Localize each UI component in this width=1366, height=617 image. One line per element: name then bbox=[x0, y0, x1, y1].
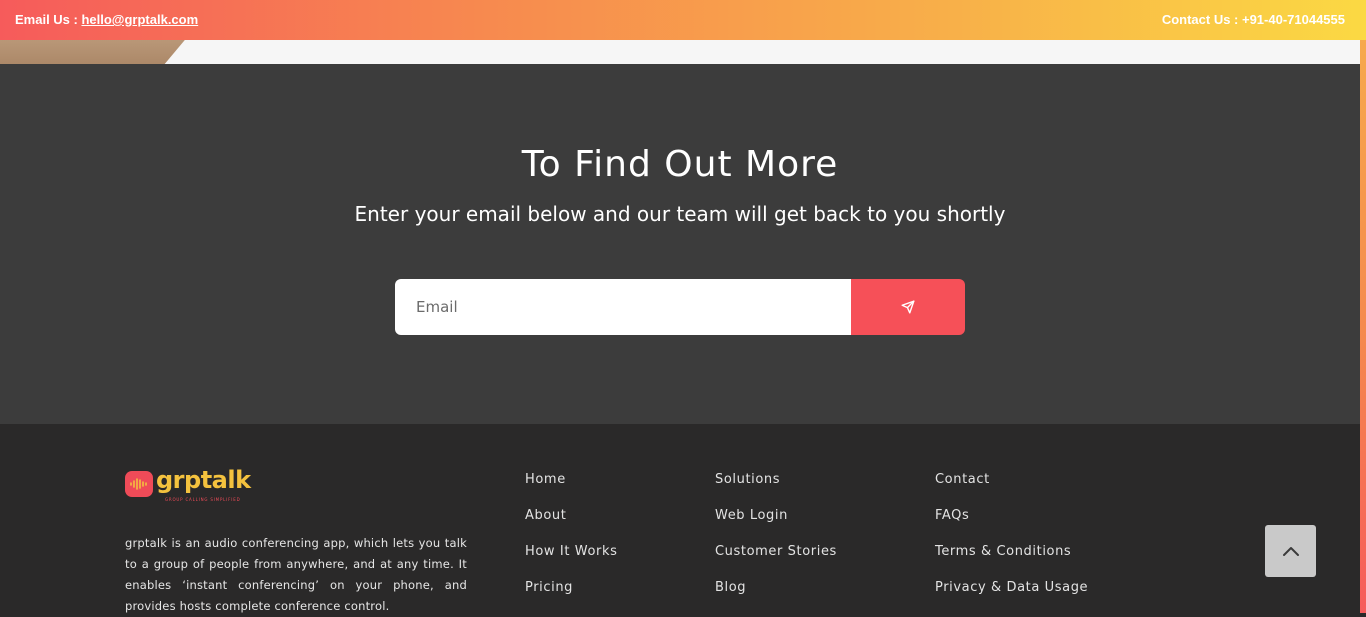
hero-photo bbox=[0, 40, 210, 64]
top-contact-bar: Email Us : hello@grptalk.com Contact Us … bbox=[0, 0, 1366, 40]
footer-link-customer-stories[interactable]: Customer Stories bbox=[715, 544, 837, 580]
email-link[interactable]: hello@grptalk.com bbox=[81, 12, 198, 27]
logo-mark-icon bbox=[125, 471, 153, 497]
paper-plane-icon bbox=[901, 300, 915, 314]
footer-links-column-2: Solutions Web Login Customer Stories Blo… bbox=[715, 472, 837, 616]
logo-wordmark: grptalk bbox=[156, 466, 251, 494]
email-input[interactable] bbox=[395, 279, 851, 335]
footer-link-home[interactable]: Home bbox=[525, 472, 617, 508]
footer-link-contact[interactable]: Contact bbox=[935, 472, 1088, 508]
footer-link-how-it-works[interactable]: How It Works bbox=[525, 544, 617, 580]
grptalk-logo[interactable]: grptalk GROUP CALLING SIMPLIFIED bbox=[125, 466, 255, 504]
footer-link-about[interactable]: About bbox=[525, 508, 617, 544]
chevron-up-icon bbox=[1282, 547, 1299, 556]
email-signup-form bbox=[395, 279, 965, 335]
email-label: Email Us : bbox=[15, 12, 82, 27]
footer-links-column-3: Contact FAQs Terms & Conditions Privacy … bbox=[935, 472, 1088, 616]
email-info: Email Us : hello@grptalk.com bbox=[15, 12, 198, 27]
logo-tagline: GROUP CALLING SIMPLIFIED bbox=[165, 497, 241, 502]
footer-links-column-1: Home About How It Works Pricing bbox=[525, 472, 617, 616]
hero-image-strip bbox=[0, 40, 1360, 64]
footer-link-solutions[interactable]: Solutions bbox=[715, 472, 837, 508]
footer-link-privacy[interactable]: Privacy & Data Usage bbox=[935, 580, 1088, 616]
contact-phone: Contact Us : +91-40-71044555 bbox=[1161, 12, 1345, 27]
soundwave-icon bbox=[130, 478, 147, 490]
site-footer: grptalk GROUP CALLING SIMPLIFIED grptalk… bbox=[0, 424, 1360, 613]
find-out-more-section: To Find Out More Enter your email below … bbox=[0, 64, 1360, 424]
cta-subtitle: Enter your email below and our team will… bbox=[354, 202, 1006, 226]
scroll-to-top-button[interactable] bbox=[1265, 525, 1316, 577]
footer-link-terms[interactable]: Terms & Conditions bbox=[935, 544, 1088, 580]
page-edge-accent bbox=[1360, 40, 1366, 613]
about-description: grptalk is an audio conferencing app, wh… bbox=[125, 536, 467, 613]
footer-link-pricing[interactable]: Pricing bbox=[525, 580, 617, 616]
cta-title: To Find Out More bbox=[521, 144, 839, 185]
footer-link-blog[interactable]: Blog bbox=[715, 580, 837, 616]
send-button[interactable] bbox=[851, 279, 965, 335]
footer-link-web-login[interactable]: Web Login bbox=[715, 508, 837, 544]
footer-link-faqs[interactable]: FAQs bbox=[935, 508, 1088, 544]
